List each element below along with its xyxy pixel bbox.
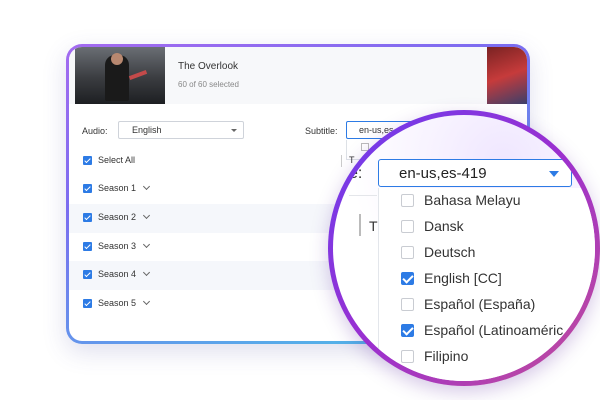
caret-down-icon [549, 171, 559, 177]
chevron-down-icon[interactable] [142, 240, 151, 249]
language-option[interactable]: Bahasa Melayu [379, 188, 595, 214]
caret-down-icon [231, 129, 237, 132]
season-checkbox[interactable] [83, 270, 92, 279]
zoomed-subtitle-label: e: [349, 165, 363, 182]
thumbnail-accent [128, 70, 148, 80]
selected-count: 60 of 60 selected [178, 80, 239, 89]
title-header: The Overlook 60 of 60 selected [69, 47, 527, 104]
season-label: Season 5 [98, 298, 137, 308]
season-checkbox[interactable] [83, 242, 92, 251]
magnified-view: e: en-us,es-419 T Bahasa Melayu Dansk De… [333, 115, 595, 381]
audio-label: Audio: [82, 126, 108, 136]
language-label: Bahasa Melayu [424, 192, 521, 208]
show-thumbnail [75, 47, 165, 104]
language-label: Deutsch [424, 244, 476, 260]
checkbox-icon[interactable] [401, 246, 414, 259]
chevron-down-icon[interactable] [142, 297, 151, 306]
zoomed-subtitle-select[interactable]: en-us,es-419 [378, 159, 572, 187]
language-label: Español (España) [424, 296, 536, 312]
language-option[interactable]: Filipino [379, 344, 595, 370]
season-label: Season 3 [98, 241, 137, 251]
language-option[interactable]: Deutsch [379, 240, 595, 266]
subtitle-language-list: Bahasa Melayu Dansk Deutsch English [CC]… [378, 188, 595, 381]
language-option[interactable]: Español (Latinoaméric [379, 318, 595, 344]
zoomed-left-column: T [349, 195, 378, 259]
select-all-checkbox[interactable] [83, 156, 92, 165]
chevron-down-icon[interactable] [142, 182, 151, 191]
checkbox-icon[interactable] [401, 298, 414, 311]
checkbox-icon[interactable] [401, 194, 414, 207]
magnifier-ring: e: en-us,es-419 T Bahasa Melayu Dansk De… [328, 110, 600, 386]
language-option[interactable]: Dansk [379, 214, 595, 240]
checkbox-icon[interactable] [401, 350, 414, 363]
audio-select-value: English [132, 125, 162, 135]
language-option[interactable]: English [CC] [379, 266, 595, 292]
show-title: The Overlook [178, 61, 239, 72]
season-label: Season 4 [98, 269, 137, 279]
language-label: Filipino [424, 348, 469, 364]
language-label: English [CC] [424, 270, 502, 286]
language-option[interactable]: Español (España) [379, 292, 595, 318]
checkbox-checked-icon[interactable] [401, 324, 414, 337]
audio-select[interactable]: English [118, 121, 244, 139]
season-label: Season 2 [98, 212, 137, 222]
column-letter: T [369, 218, 378, 234]
chevron-down-icon[interactable] [142, 211, 151, 220]
season-label: Season 1 [98, 183, 137, 193]
season-checkbox[interactable] [83, 213, 92, 222]
checkbox-icon[interactable] [401, 220, 414, 233]
chevron-down-icon[interactable] [142, 268, 151, 277]
select-all-label: Select All [98, 155, 136, 165]
season-checkbox[interactable] [83, 184, 92, 193]
zoomed-subtitle-value: en-us,es-419 [399, 165, 487, 182]
checkbox-checked-icon[interactable] [401, 272, 414, 285]
season-checkbox[interactable] [83, 299, 92, 308]
thumbnail-face [111, 53, 123, 65]
language-label: Español (Latinoaméric [424, 322, 564, 338]
language-label: Dansk [424, 218, 464, 234]
adjacent-poster [487, 47, 527, 104]
column-divider [359, 214, 361, 236]
column-divider [341, 155, 342, 167]
subtitle-label: Subtitle: [305, 126, 338, 136]
column-letter: T [349, 155, 355, 165]
